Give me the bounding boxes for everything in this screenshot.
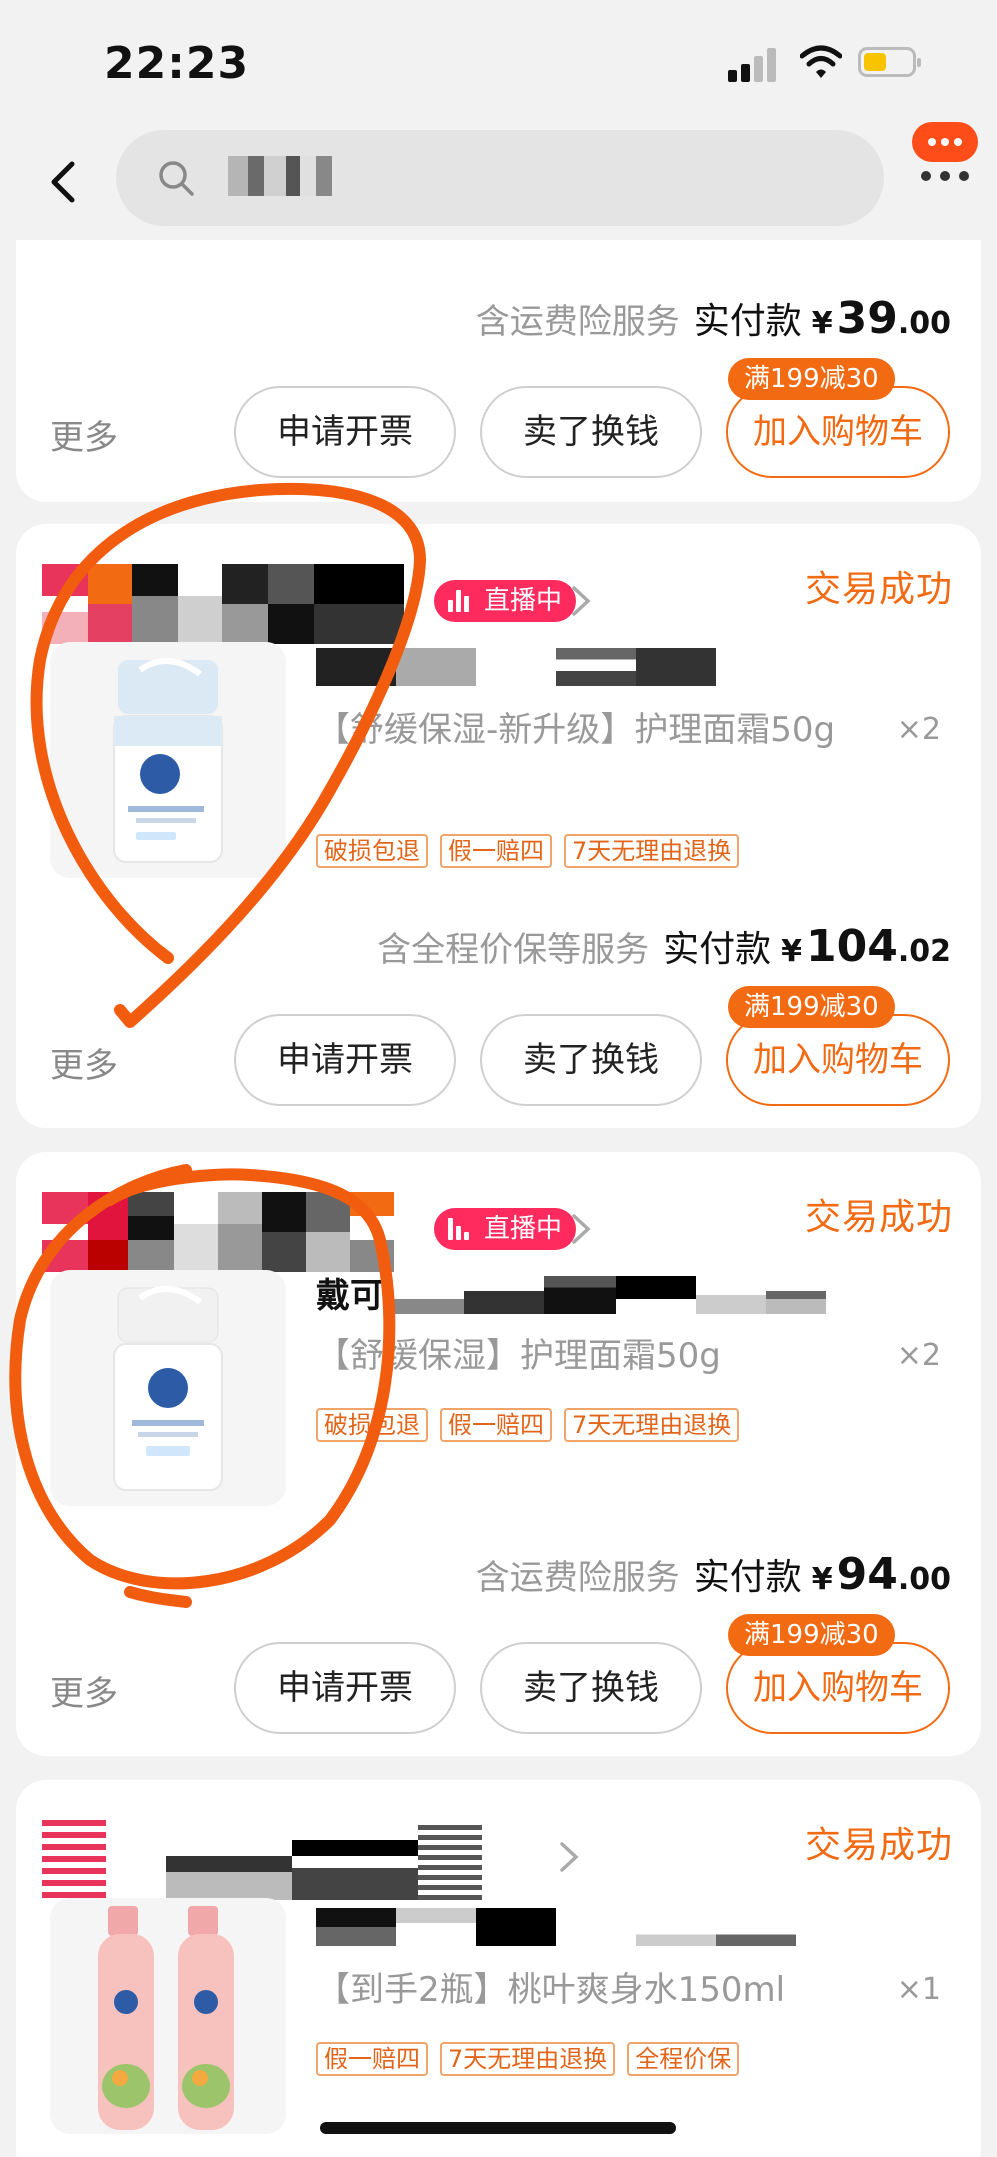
shop-name-redacted <box>42 1192 394 1272</box>
tag: 7天无理由退换 <box>564 834 740 868</box>
request-invoice-button[interactable]: 申请开票 <box>234 1014 456 1106</box>
cellular-signal-icon <box>728 48 780 82</box>
product-quantity: ×2 <box>896 712 941 747</box>
action-row: 更多 申请开票 卖了换钱 加入购物车 满199减30 <box>16 358 981 478</box>
chevron-right-icon <box>572 1214 591 1244</box>
live-badge-text: 直播中 <box>484 1214 563 1244</box>
shop-name-redacted <box>42 564 404 644</box>
promo-badge: 满199减30 <box>728 986 895 1028</box>
action-row: 更多 申请开票 卖了换钱 加入购物车 满199减30 <box>16 1614 981 1734</box>
resell-button[interactable]: 卖了换钱 <box>480 1014 702 1106</box>
live-bars-icon <box>448 1218 472 1240</box>
tag: 破损包退 <box>316 1408 428 1442</box>
chevron-right-icon <box>560 1842 579 1872</box>
order-status: 交易成功 <box>804 1197 953 1238</box>
product-quantity: ×2 <box>896 1338 941 1373</box>
product-quantity: ×1 <box>896 1972 941 2007</box>
price-decimal: .02 <box>897 934 951 969</box>
battery-icon <box>858 47 921 77</box>
order-card: 直播中 交易成功 戴可 【舒缓保湿】护理面霜50g ×2 破损包退 假一赔四 7… <box>16 1152 981 1756</box>
service-tags: 假一赔四 7天无理由退换 全程价保 <box>316 2042 740 2076</box>
paid-label: 实付款 <box>693 1557 802 1598</box>
product-name[interactable]: 【到手2瓶】桃叶爽身水150ml <box>316 1964 836 2016</box>
live-badge: 直播中 <box>434 1208 577 1250</box>
price-integer: 39 <box>836 293 898 344</box>
more-menu-icon[interactable] <box>910 120 980 190</box>
tag: 全程价保 <box>627 2042 740 2076</box>
action-row: 更多 申请开票 卖了换钱 加入购物车 满199减30 <box>16 986 981 1106</box>
product-name[interactable]: 【舒缓保湿-新升级】护理面霜50g <box>316 704 836 756</box>
request-invoice-button[interactable]: 申请开票 <box>234 386 456 478</box>
more-link[interactable]: 更多 <box>50 1666 118 1715</box>
payment-row: 含运费险服务 实付款 ¥ 39 .00 <box>476 292 951 344</box>
more-link[interactable]: 更多 <box>50 410 118 459</box>
request-invoice-button[interactable]: 申请开票 <box>234 1642 456 1734</box>
tag: 破损包退 <box>316 834 428 868</box>
promo-badge: 满199减30 <box>728 1614 895 1656</box>
more-link[interactable]: 更多 <box>50 1038 118 1087</box>
service-text: 含运费险服务 <box>475 1558 680 1598</box>
status-time: 22:23 <box>104 38 250 89</box>
top-bar: 22:23 <box>0 0 997 240</box>
tag: 7天无理由退换 <box>440 2042 616 2076</box>
live-badge-text: 直播中 <box>484 586 563 616</box>
order-status: 交易成功 <box>804 569 953 610</box>
currency-symbol: ¥ <box>781 934 802 969</box>
product-brand-prefix: 戴可 <box>316 1276 384 1316</box>
shop-name-redacted <box>42 1820 482 1900</box>
resell-button[interactable]: 卖了换钱 <box>480 1642 702 1734</box>
cream-bottle-icon <box>113 1285 223 1491</box>
price-decimal: .00 <box>897 306 951 341</box>
service-text: 含全程价保等服务 <box>377 930 650 970</box>
live-badge: 直播中 <box>434 580 577 622</box>
back-arrow-icon[interactable] <box>46 160 82 204</box>
price-decimal: .00 <box>897 1562 951 1597</box>
tag: 7天无理由退换 <box>564 1408 740 1442</box>
service-tags: 破损包退 假一赔四 7天无理由退换 <box>316 1408 740 1442</box>
product-image[interactable] <box>50 1898 286 2134</box>
resell-button[interactable]: 卖了换钱 <box>480 386 702 478</box>
chevron-right-icon <box>572 586 591 616</box>
paid-label: 实付款 <box>693 301 802 342</box>
product-title-redacted <box>316 1908 796 1946</box>
product-image[interactable] <box>50 1270 286 1506</box>
payment-row: 含全程价保等服务 实付款 ¥ 104 .02 <box>377 920 951 972</box>
payment-row: 含运费险服务 实付款 ¥ 94 .00 <box>476 1548 951 1600</box>
service-text: 含运费险服务 <box>475 302 680 342</box>
cream-bottle-icon <box>113 657 223 863</box>
currency-symbol: ¥ <box>811 306 833 341</box>
product-title-redacted <box>316 648 716 686</box>
tag: 假一赔四 <box>440 1408 552 1442</box>
paid-label: 实付款 <box>663 929 772 970</box>
order-card: 直播中 交易成功 【舒缓保湿-新升级】护理面霜50g ×2 破损包退 假一赔四 … <box>16 524 981 1128</box>
spray-bottles-icon <box>98 1906 234 2130</box>
price-integer: 94 <box>836 1549 898 1600</box>
home-indicator <box>320 2122 676 2134</box>
product-name[interactable]: 【舒缓保湿】护理面霜50g <box>316 1330 836 1382</box>
product-image[interactable] <box>50 642 286 878</box>
price-integer: 104 <box>805 921 898 972</box>
tag: 假一赔四 <box>316 2042 428 2076</box>
product-title-redacted <box>394 1276 826 1314</box>
promo-badge: 满199减30 <box>728 358 895 400</box>
order-card: 交易成功 【到手2瓶】桃叶爽身水150ml ×1 假一赔四 7天无理由退换 全程… <box>16 1780 981 2157</box>
service-tags: 破损包退 假一赔四 7天无理由退换 <box>316 834 740 868</box>
tag: 假一赔四 <box>440 834 552 868</box>
order-status: 交易成功 <box>804 1825 953 1866</box>
currency-symbol: ¥ <box>811 1562 833 1597</box>
search-icon <box>159 161 194 196</box>
search-query-redacted <box>228 156 332 196</box>
wifi-icon <box>800 45 842 78</box>
live-bars-icon <box>448 590 472 612</box>
